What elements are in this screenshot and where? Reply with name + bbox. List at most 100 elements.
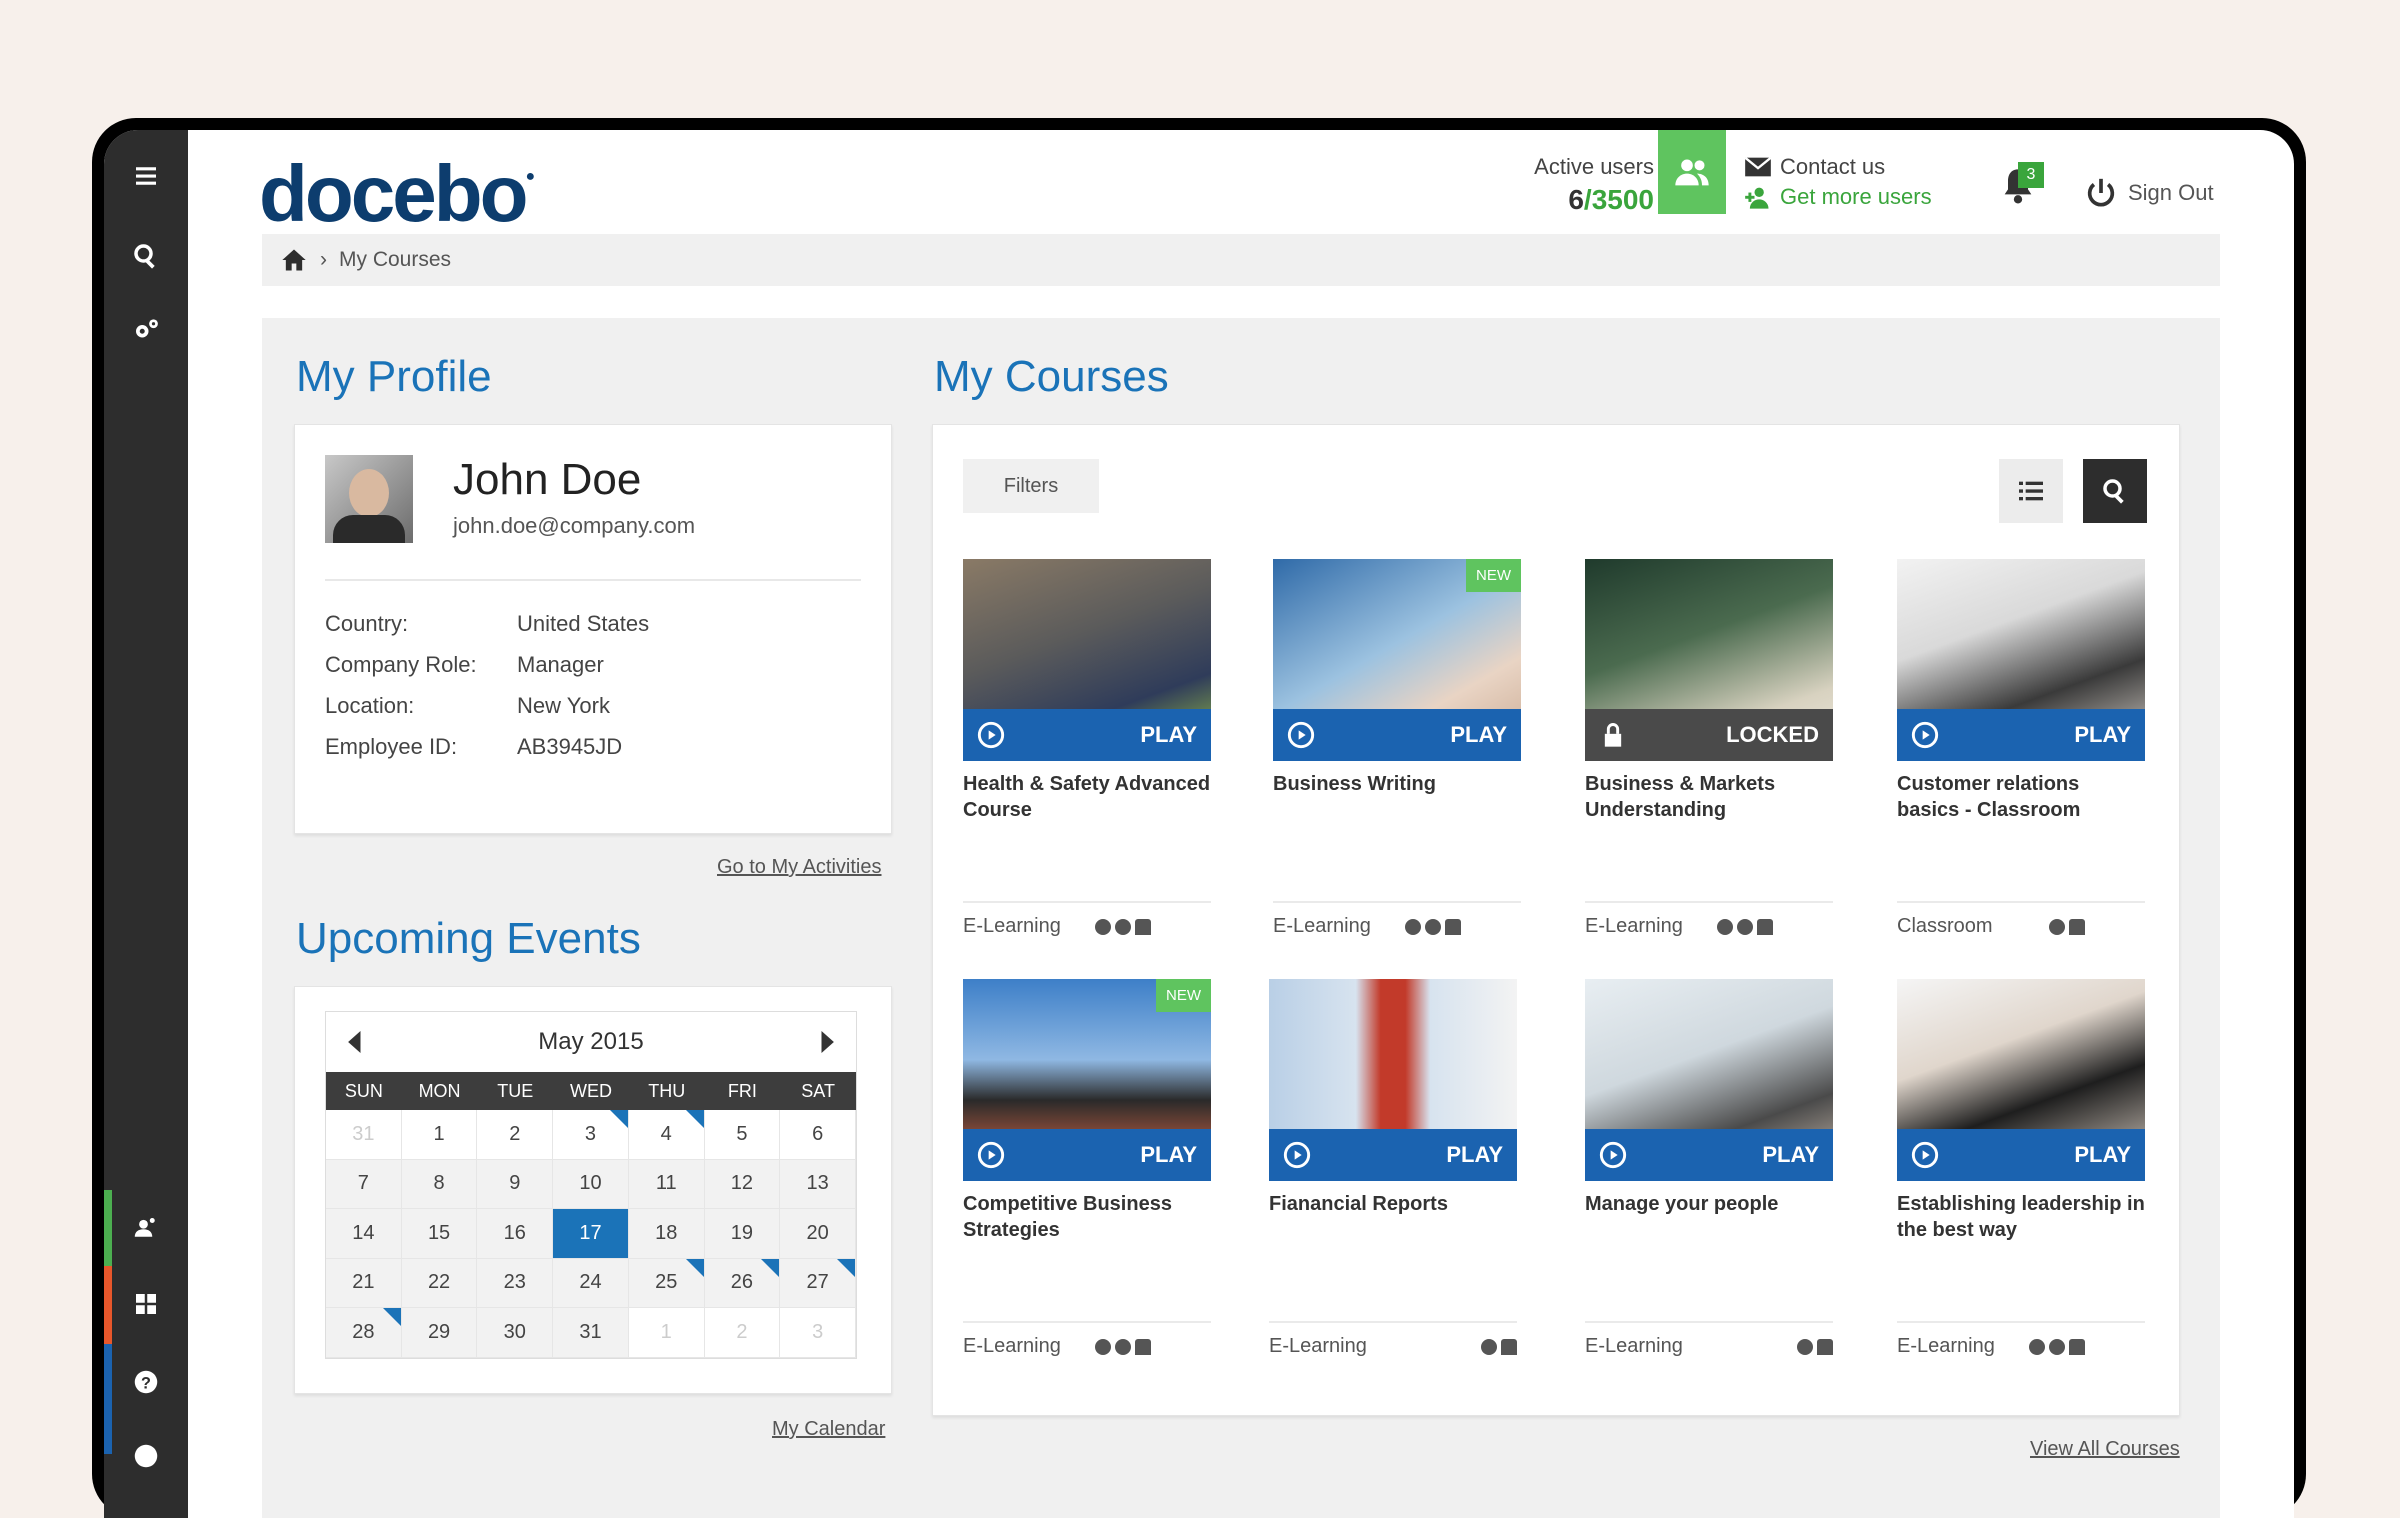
profile-field-row: Location: New York bbox=[325, 693, 649, 734]
calendar-day[interactable]: 8 bbox=[401, 1159, 478, 1209]
calendar-day[interactable]: 18 bbox=[628, 1209, 705, 1259]
calendar-day[interactable]: 9 bbox=[477, 1159, 554, 1209]
course-meta-icons bbox=[1797, 1338, 1833, 1355]
course-search-button[interactable] bbox=[2083, 459, 2147, 523]
filters-button[interactable]: Filters bbox=[963, 459, 1099, 513]
course-thumbnail[interactable]: PLAY bbox=[1269, 979, 1517, 1181]
calendar-day[interactable]: 16 bbox=[477, 1209, 554, 1259]
help-icon[interactable]: ? bbox=[104, 1350, 188, 1414]
list-view-button[interactable] bbox=[1999, 459, 2063, 523]
course-thumbnail[interactable]: PLAY bbox=[963, 559, 1211, 761]
docebo-logo[interactable]: docebo● bbox=[259, 148, 535, 240]
clock-icon bbox=[1115, 918, 1131, 935]
user-icon bbox=[1817, 1338, 1833, 1355]
course-card[interactable]: PLAY Establishing leadership in the best… bbox=[1897, 979, 2145, 1357]
course-card[interactable]: PLAY Customer relations basics - Classro… bbox=[1897, 559, 2145, 937]
calendar-day[interactable]: 27 bbox=[780, 1258, 856, 1308]
play-bar[interactable]: PLAY bbox=[1273, 709, 1521, 761]
course-thumbnail[interactable]: PLAY bbox=[1897, 559, 2145, 761]
play-bar[interactable]: PLAY bbox=[963, 1129, 1211, 1181]
play-bar[interactable]: PLAY bbox=[1897, 709, 2145, 761]
calendar-day[interactable]: 31 bbox=[553, 1308, 629, 1358]
my-calendar-link[interactable]: My Calendar bbox=[772, 1418, 885, 1441]
play-icon bbox=[977, 721, 1005, 749]
go-to-my-activities-link[interactable]: Go to My Activities bbox=[717, 856, 882, 879]
calendar-day[interactable]: 29 bbox=[401, 1308, 478, 1358]
contact-us-link[interactable]: Contact us bbox=[1744, 154, 1885, 180]
calendar-day[interactable]: 6 bbox=[780, 1110, 856, 1160]
calendar-day[interactable]: 1 bbox=[628, 1308, 705, 1358]
course-thumbnail[interactable]: NEW PLAY bbox=[1273, 559, 1521, 761]
course-thumbnail[interactable]: PLAY bbox=[1585, 979, 1833, 1181]
calendar-day[interactable]: 22 bbox=[401, 1258, 478, 1308]
settings-gears-icon[interactable] bbox=[104, 298, 188, 362]
course-card[interactable]: PLAY Fianancial Reports E-Learning bbox=[1269, 979, 1517, 1357]
course-thumbnail[interactable]: NEW PLAY bbox=[963, 979, 1211, 1181]
play-bar[interactable]: PLAY bbox=[1897, 1129, 2145, 1181]
view-all-courses-link[interactable]: View All Courses bbox=[2030, 1438, 2180, 1461]
calendar-day[interactable]: 11 bbox=[628, 1159, 705, 1209]
globe-icon[interactable] bbox=[104, 1424, 188, 1488]
calendar-day[interactable]: 20 bbox=[780, 1209, 856, 1259]
course-title[interactable]: Business Writing bbox=[1273, 771, 1521, 841]
calendar-day[interactable]: 13 bbox=[780, 1159, 856, 1209]
prev-month-icon[interactable] bbox=[346, 1031, 364, 1053]
calendar-day[interactable]: 21 bbox=[326, 1258, 402, 1308]
play-icon bbox=[1599, 1141, 1627, 1169]
course-card[interactable]: LOCKED Business & Markets Understanding … bbox=[1585, 559, 1833, 937]
course-title[interactable]: Fianancial Reports bbox=[1269, 1191, 1517, 1261]
apps-grid-icon[interactable] bbox=[104, 1272, 188, 1336]
calendar-day[interactable]: 23 bbox=[477, 1258, 554, 1308]
calendar-day[interactable]: 28 bbox=[326, 1308, 402, 1358]
calendar-day[interactable]: 3 bbox=[780, 1308, 856, 1358]
calendar-day[interactable]: 2 bbox=[477, 1110, 554, 1160]
calendar-day[interactable]: 7 bbox=[326, 1159, 402, 1209]
course-title[interactable]: Business & Markets Understanding bbox=[1585, 771, 1833, 841]
calendar-day[interactable]: 31 bbox=[326, 1110, 402, 1160]
course-card[interactable]: PLAY Manage your people E-Learning bbox=[1585, 979, 1833, 1357]
calendar-day[interactable]: 25 bbox=[628, 1258, 705, 1308]
calendar-day[interactable]: 15 bbox=[401, 1209, 478, 1259]
calendar-day[interactable]: 19 bbox=[704, 1209, 781, 1259]
play-bar[interactable]: PLAY bbox=[1269, 1129, 1517, 1181]
calendar-day[interactable]: 26 bbox=[704, 1258, 781, 1308]
calendar-day-today[interactable]: 17 bbox=[553, 1209, 629, 1259]
clock-icon bbox=[2049, 1338, 2065, 1355]
course-card[interactable]: PLAY Health & Safety Advanced Course E-L… bbox=[963, 559, 1211, 937]
play-bar[interactable]: PLAY bbox=[1585, 1129, 1833, 1181]
calendar-day[interactable]: 30 bbox=[477, 1308, 554, 1358]
calendar-day[interactable]: 3 bbox=[553, 1110, 629, 1160]
search-icon[interactable] bbox=[104, 224, 188, 288]
calendar-day[interactable]: 5 bbox=[704, 1110, 781, 1160]
calendar-day[interactable]: 10 bbox=[553, 1159, 629, 1209]
course-thumbnail[interactable]: PLAY bbox=[1897, 979, 2145, 1181]
course-thumbnail[interactable]: LOCKED bbox=[1585, 559, 1833, 761]
calendar-day[interactable]: 2 bbox=[704, 1308, 781, 1358]
admin-users-icon[interactable] bbox=[104, 1196, 188, 1260]
course-type: E-Learning bbox=[1897, 1335, 1995, 1357]
course-card[interactable]: NEW PLAY Competitive Business Strategies… bbox=[963, 979, 1211, 1357]
calendar-day[interactable]: 14 bbox=[326, 1209, 402, 1259]
course-card[interactable]: NEW PLAY Business Writing E-Learning bbox=[1273, 559, 1521, 937]
avatar[interactable] bbox=[325, 455, 413, 543]
next-month-icon[interactable] bbox=[818, 1031, 836, 1053]
calendar-day[interactable]: 12 bbox=[704, 1159, 781, 1209]
course-title[interactable]: Competitive Business Strategies bbox=[963, 1191, 1211, 1261]
active-users-value: 6/3500 bbox=[1568, 184, 1654, 215]
home-icon[interactable] bbox=[280, 246, 308, 274]
active-users-counter: Active users 6/3500 bbox=[1504, 154, 1654, 216]
play-bar[interactable]: PLAY bbox=[963, 709, 1211, 761]
menu-icon[interactable] bbox=[104, 144, 188, 208]
globe-icon bbox=[1797, 1338, 1813, 1355]
course-title[interactable]: Health & Safety Advanced Course bbox=[963, 771, 1211, 841]
course-title[interactable]: Establishing leadership in the best way bbox=[1897, 1191, 2145, 1261]
calendar-day[interactable]: 24 bbox=[553, 1258, 629, 1308]
course-title[interactable]: Manage your people bbox=[1585, 1191, 1833, 1261]
users-button[interactable] bbox=[1658, 130, 1726, 214]
calendar-day[interactable]: 1 bbox=[401, 1110, 478, 1160]
calendar-day[interactable]: 4 bbox=[628, 1110, 705, 1160]
sign-out-button[interactable]: Sign Out bbox=[2084, 176, 2214, 210]
course-title[interactable]: Customer relations basics - Classroom bbox=[1897, 771, 2145, 841]
field-label: Country: bbox=[325, 611, 409, 636]
get-more-users-link[interactable]: Get more users bbox=[1744, 184, 1932, 210]
